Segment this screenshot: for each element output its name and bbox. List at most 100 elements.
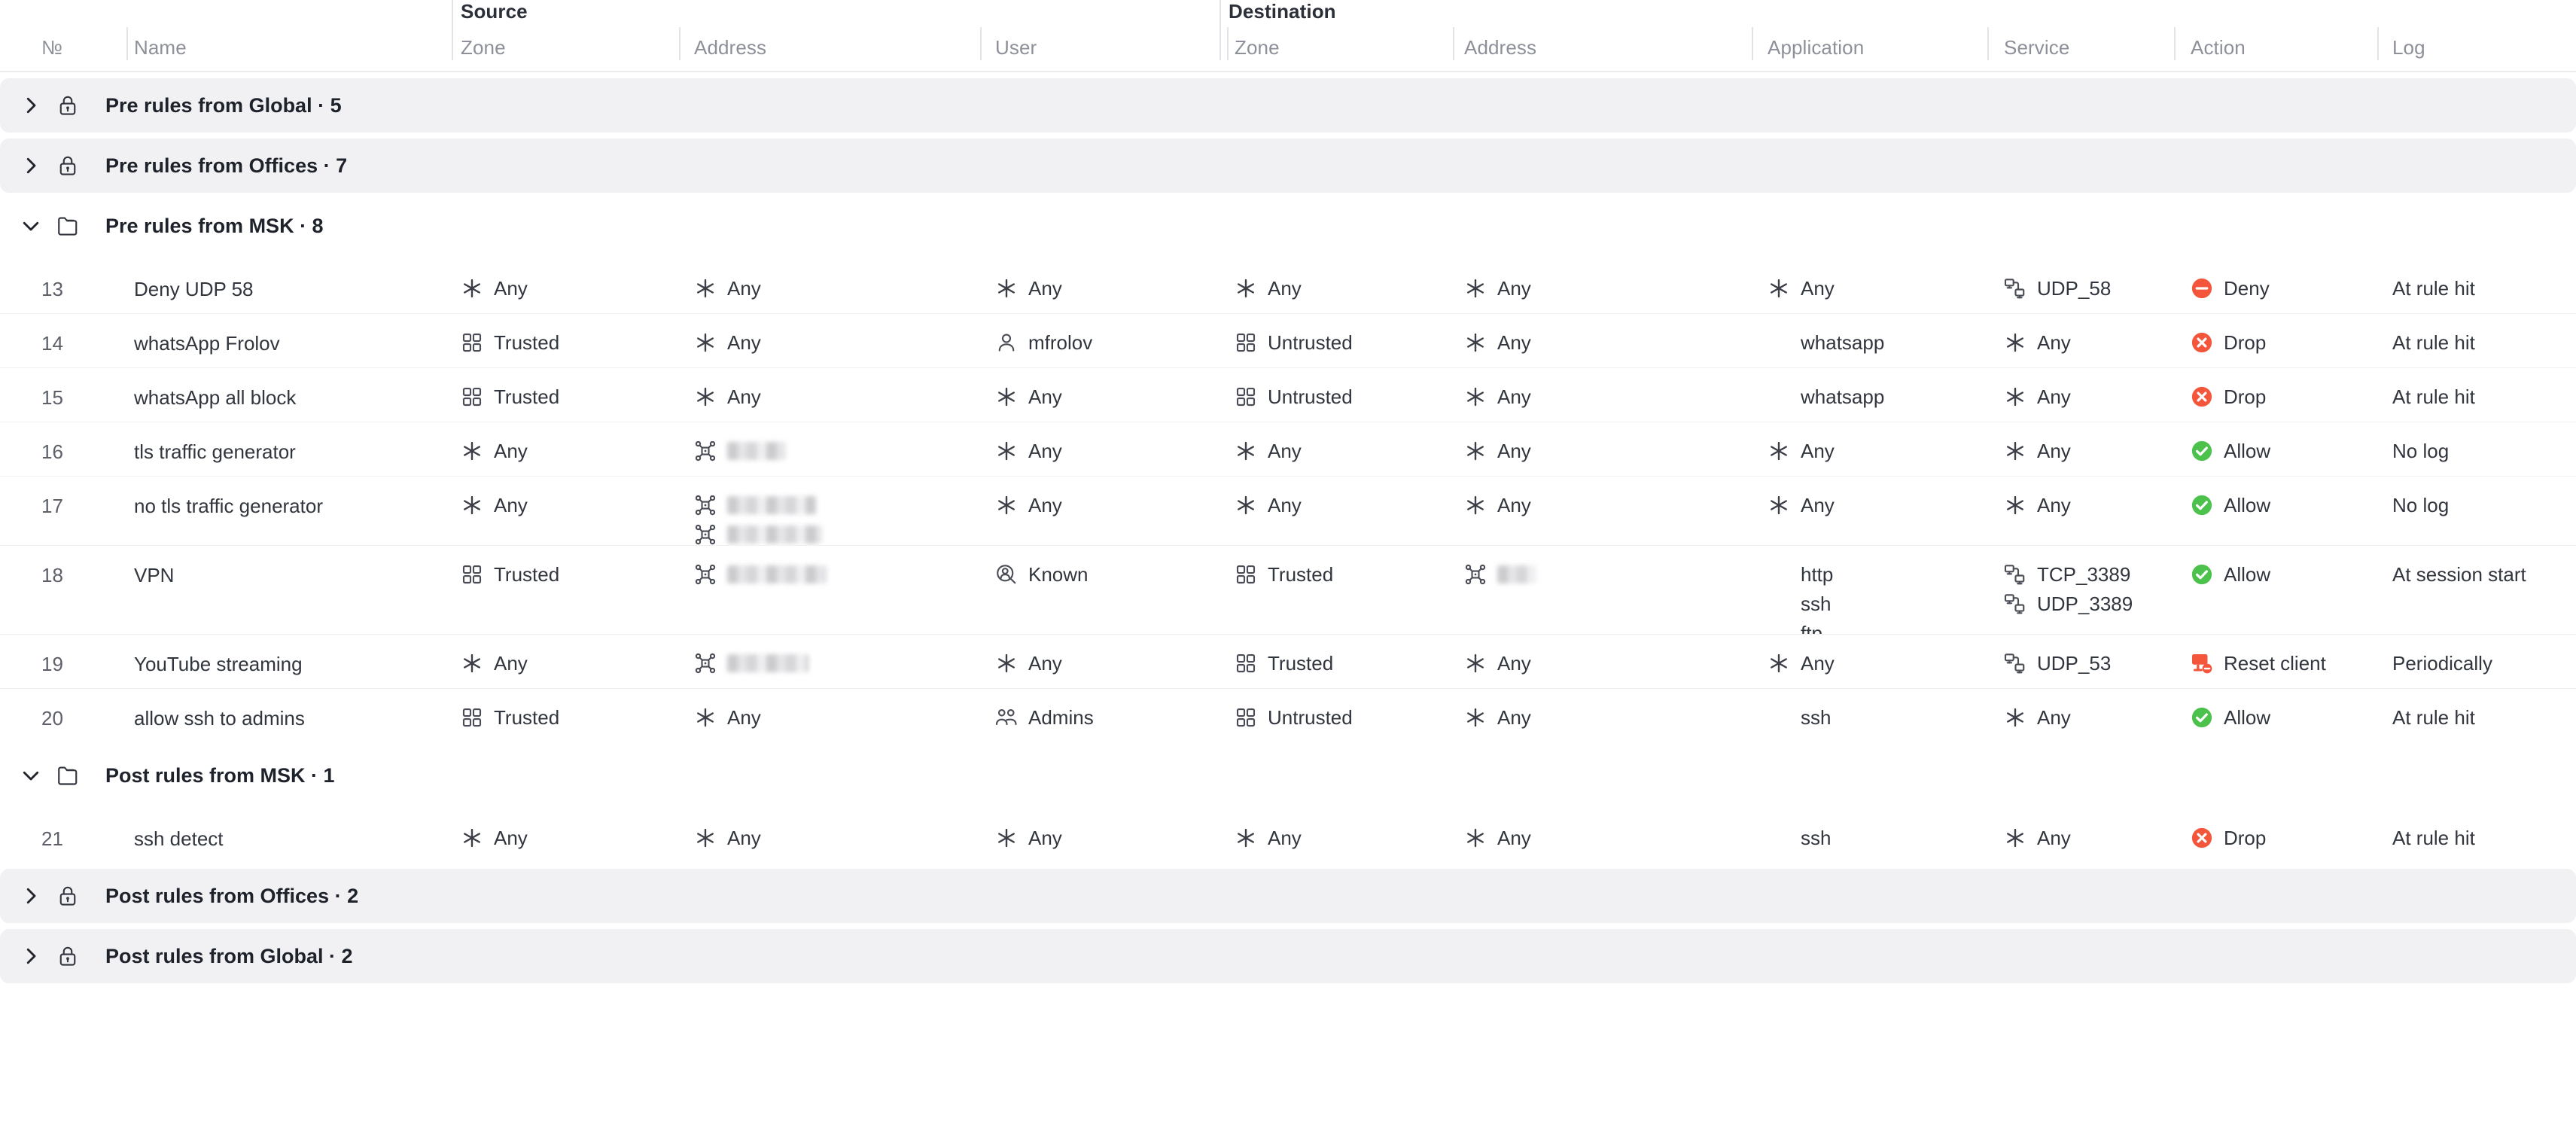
cell-service[interactable]: Any bbox=[2004, 331, 2071, 355]
chevron-down-icon[interactable] bbox=[20, 215, 42, 237]
cell-src_addr[interactable]: Any bbox=[694, 385, 761, 409]
cell-service[interactable]: Any bbox=[2004, 493, 2071, 517]
cell-log[interactable]: At rule hit bbox=[2392, 826, 2475, 850]
cell-src_addr[interactable]: Any bbox=[694, 705, 761, 730]
cell-log[interactable]: Periodically bbox=[2392, 651, 2492, 675]
cell-src_zone[interactable]: Any bbox=[461, 493, 528, 517]
column-header-dst_zone[interactable]: Zone bbox=[1235, 36, 1280, 59]
cell-src_addr[interactable] bbox=[694, 439, 786, 463]
cell-action[interactable]: Drop bbox=[2191, 385, 2266, 409]
cell-log[interactable]: At session start bbox=[2392, 562, 2526, 586]
table-row[interactable]: 20 allow ssh to admins Trusted Any Admin… bbox=[0, 688, 2576, 742]
chevron-down-icon[interactable] bbox=[20, 764, 42, 787]
group-row-post-offices[interactable]: Post rules from Offices · 2 bbox=[0, 869, 2576, 923]
rule-name[interactable]: ssh detect bbox=[134, 827, 224, 851]
cell-user[interactable]: Known bbox=[995, 562, 1089, 586]
cell-user[interactable]: Admins bbox=[995, 705, 1094, 730]
cell-user[interactable]: Any bbox=[995, 276, 1062, 300]
cell-log[interactable]: No log bbox=[2392, 439, 2449, 463]
cell-application[interactable]: Any bbox=[1768, 439, 1835, 463]
cell-action[interactable]: Deny bbox=[2191, 276, 2270, 300]
cell-application[interactable]: http ssh ftp bbox=[1768, 562, 1833, 645]
cell-service[interactable]: TCP_3389 UDP_3389 bbox=[2004, 562, 2133, 616]
cell-log[interactable]: At rule hit bbox=[2392, 705, 2475, 730]
cell-dst_addr[interactable]: Any bbox=[1464, 826, 1531, 850]
cell-src_zone[interactable]: Any bbox=[461, 651, 528, 675]
rule-name[interactable]: VPN bbox=[134, 564, 174, 587]
table-row[interactable]: 18 VPN Trusted Known Trusted http ssh ft… bbox=[0, 545, 2576, 644]
cell-user[interactable]: Any bbox=[995, 493, 1062, 517]
table-row[interactable]: 14 whatsApp Frolov Trusted Any mfrolov U… bbox=[0, 313, 2576, 367]
group-row-pre-global[interactable]: Pre rules from Global · 5 bbox=[0, 78, 2576, 133]
group-row-pre-offices[interactable]: Pre rules from Offices · 7 bbox=[0, 139, 2576, 193]
cell-dst_addr[interactable]: Any bbox=[1464, 493, 1531, 517]
cell-dst_addr[interactable]: Any bbox=[1464, 439, 1531, 463]
group-toggle-pre-msk[interactable] bbox=[21, 216, 41, 236]
cell-dst_zone[interactable]: Untrusted bbox=[1235, 705, 1353, 730]
cell-log[interactable]: At rule hit bbox=[2392, 385, 2475, 409]
cell-action[interactable]: Allow bbox=[2191, 493, 2270, 517]
cell-user[interactable]: Any bbox=[995, 651, 1062, 675]
column-header-service[interactable]: Service bbox=[2004, 36, 2069, 59]
cell-dst_zone[interactable]: Untrusted bbox=[1235, 331, 1353, 355]
cell-log[interactable]: At rule hit bbox=[2392, 276, 2475, 300]
cell-dst_addr[interactable] bbox=[1464, 562, 1536, 586]
column-header-dst_addr[interactable]: Address bbox=[1464, 36, 1536, 59]
group-row-post-msk[interactable]: Post rules from MSK · 1 bbox=[0, 748, 2576, 803]
cell-log[interactable]: At rule hit bbox=[2392, 331, 2475, 355]
cell-service[interactable]: UDP_58 bbox=[2004, 276, 2111, 300]
column-header-src_addr[interactable]: Address bbox=[694, 36, 766, 59]
cell-src_zone[interactable]: Any bbox=[461, 826, 528, 850]
cell-dst_zone[interactable]: Any bbox=[1235, 276, 1302, 300]
cell-service[interactable]: Any bbox=[2004, 385, 2071, 409]
cell-src_addr[interactable]: Any bbox=[694, 331, 761, 355]
table-row[interactable]: 17 no tls traffic generator Any Any Any … bbox=[0, 476, 2576, 545]
cell-application[interactable]: Any bbox=[1768, 276, 1835, 300]
column-header-log[interactable]: Log bbox=[2392, 36, 2425, 59]
cell-dst_addr[interactable]: Any bbox=[1464, 651, 1531, 675]
cell-src_zone[interactable]: Any bbox=[461, 276, 528, 300]
cell-src_zone[interactable]: Trusted bbox=[461, 562, 559, 586]
rule-name[interactable]: whatsApp Frolov bbox=[134, 332, 280, 355]
cell-log[interactable]: No log bbox=[2392, 493, 2449, 517]
table-row[interactable]: 16 tls traffic generator Any Any Any Any… bbox=[0, 422, 2576, 476]
cell-user[interactable]: Any bbox=[995, 826, 1062, 850]
cell-action[interactable]: Drop bbox=[2191, 826, 2266, 850]
rule-name[interactable]: whatsApp all block bbox=[134, 386, 296, 410]
column-header-name[interactable]: Name bbox=[134, 36, 187, 59]
cell-dst_zone[interactable]: Trusted bbox=[1235, 562, 1333, 586]
cell-dst_zone[interactable]: Any bbox=[1235, 493, 1302, 517]
rule-name[interactable]: Deny UDP 58 bbox=[134, 278, 254, 301]
rule-name[interactable]: tls traffic generator bbox=[134, 440, 296, 464]
cell-service[interactable]: UDP_53 bbox=[2004, 651, 2111, 675]
cell-src_zone[interactable]: Trusted bbox=[461, 705, 559, 730]
cell-application[interactable]: Any bbox=[1768, 651, 1835, 675]
column-header-user[interactable]: User bbox=[995, 36, 1037, 59]
cell-user[interactable]: mfrolov bbox=[995, 331, 1092, 355]
cell-src_addr[interactable] bbox=[694, 493, 822, 547]
group-toggle-post-msk[interactable] bbox=[21, 766, 41, 785]
column-header-application[interactable]: Application bbox=[1768, 36, 1864, 59]
cell-dst_addr[interactable]: Any bbox=[1464, 385, 1531, 409]
group-toggle-post-global[interactable] bbox=[21, 946, 41, 966]
cell-action[interactable]: Allow bbox=[2191, 705, 2270, 730]
cell-src_zone[interactable]: Trusted bbox=[461, 385, 559, 409]
cell-service[interactable]: Any bbox=[2004, 826, 2071, 850]
cell-application[interactable]: ssh bbox=[1768, 826, 1831, 850]
cell-dst_addr[interactable]: Any bbox=[1464, 331, 1531, 355]
group-toggle-post-offices[interactable] bbox=[21, 886, 41, 906]
cell-action[interactable]: Allow bbox=[2191, 562, 2270, 586]
cell-src_addr[interactable]: Any bbox=[694, 826, 761, 850]
chevron-right-icon[interactable] bbox=[20, 94, 42, 117]
cell-application[interactable]: whatsapp bbox=[1768, 331, 1884, 355]
cell-application[interactable]: ssh bbox=[1768, 705, 1831, 730]
cell-dst_zone[interactable]: Any bbox=[1235, 439, 1302, 463]
table-row[interactable]: 13 Deny UDP 58 Any Any Any Any Any Any U… bbox=[0, 259, 2576, 313]
cell-service[interactable]: Any bbox=[2004, 439, 2071, 463]
cell-dst_zone[interactable]: Trusted bbox=[1235, 651, 1333, 675]
cell-user[interactable]: Any bbox=[995, 439, 1062, 463]
cell-application[interactable]: Any bbox=[1768, 493, 1835, 517]
cell-src_zone[interactable]: Trusted bbox=[461, 331, 559, 355]
chevron-right-icon[interactable] bbox=[20, 885, 42, 907]
table-row[interactable]: 19 YouTube streaming Any Any Trusted Any… bbox=[0, 634, 2576, 688]
